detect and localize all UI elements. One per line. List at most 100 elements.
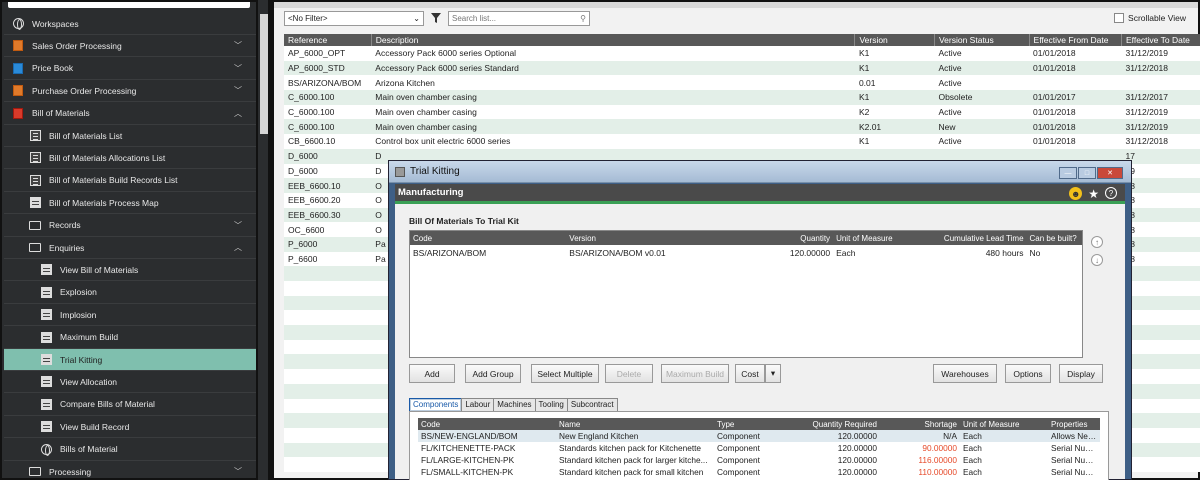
cost-button[interactable]: Cost — [735, 364, 765, 383]
sidebar-search-strip[interactable] — [8, 2, 250, 8]
star-icon[interactable]: ★ — [1088, 187, 1099, 201]
manufacturing-title: Manufacturing — [398, 187, 464, 198]
sidebar-item-compare-bills-of-material[interactable]: Compare Bills of Material — [4, 394, 256, 416]
warehouses-button[interactable]: Warehouses — [933, 364, 997, 383]
move-up-icon[interactable]: ↑ — [1091, 236, 1103, 248]
table-row[interactable]: BS/NEW-ENGLAND/BOM New England Kitchen Com… — [418, 430, 1100, 442]
cost-dropdown-icon[interactable]: ▾ — [765, 364, 781, 383]
help-icon[interactable]: ? — [1105, 187, 1117, 199]
table-cell — [1121, 325, 1200, 340]
display-button[interactable]: Display — [1059, 364, 1103, 383]
select-multiple-button[interactable]: Select Multiple — [531, 364, 599, 383]
filter-select[interactable]: <No Filter> ⌄ — [284, 10, 424, 26]
sidebar-item-purchase-order-processing[interactable]: Purchase Order Processing ﹀ — [4, 80, 256, 103]
table-row[interactable]: BS/ARIZONA/BOM Arizona Kitchen 0.01 Active — [284, 75, 1200, 91]
column-header[interactable]: Reference — [284, 34, 372, 46]
table-row[interactable]: AP_6000_OPT Accessory Pack 6000 series Op… — [284, 46, 1200, 61]
column-header[interactable]: Effective To Date — [1121, 34, 1200, 46]
table-cell: 480 hours — [985, 248, 1024, 258]
sidebar-scrollbar[interactable] — [258, 0, 270, 480]
scrollable-view-checkbox[interactable] — [1114, 13, 1125, 23]
table-cell: 18 — [1121, 207, 1200, 223]
table-row[interactable]: FL/LARGE-KITCHEN-PK Standard kitchen pack… — [418, 454, 1100, 466]
tab-machines[interactable]: Machines — [493, 398, 536, 411]
tab-labour[interactable]: Labour — [461, 398, 495, 411]
table-row[interactable]: FL/KITCHENETTE-PACK Standards kitchen pac… — [418, 442, 1100, 454]
sidebar-item-workspaces[interactable]: Workspaces — [4, 13, 256, 35]
column-header[interactable]: Quantity — [723, 234, 833, 243]
column-header[interactable]: Version — [854, 34, 935, 46]
sidebar-item-view-allocation[interactable]: View Allocation — [4, 371, 256, 394]
column-header[interactable]: Can be built? — [1027, 234, 1082, 243]
chevron-down-icon[interactable]: ﹀ — [234, 466, 242, 477]
move-down-icon[interactable]: ↓ — [1091, 254, 1103, 266]
column-header[interactable]: Type — [714, 420, 794, 429]
maximum-build-button[interactable]: Maximum Build — [661, 364, 729, 383]
close-icon[interactable]: ✕ — [1097, 167, 1123, 179]
search-icon[interactable]: ⚲ — [580, 14, 586, 23]
column-header[interactable]: Code — [410, 234, 566, 243]
table-row[interactable]: C_6000.100 Main oven chamber casing K1 Obso… — [284, 90, 1200, 105]
column-header[interactable]: Quantity Required — [794, 420, 880, 429]
minimize-icon[interactable]: — — [1059, 167, 1077, 179]
column-header[interactable]: Cumulative Lead Time — [907, 234, 1027, 243]
sidebar-item-bill-of-materials-allocations-list[interactable]: Bill of Materials Allocations List — [4, 147, 256, 170]
sidebar-item-processing[interactable]: Processing ﹀ — [4, 461, 256, 478]
list-icon — [29, 174, 41, 186]
table-cell: 18 — [1121, 192, 1200, 208]
sidebar-item-bill-of-materials-process-map[interactable]: Bill of Materials Process Map — [4, 192, 256, 215]
maximize-icon[interactable]: □ — [1078, 167, 1096, 179]
column-header[interactable]: Shortage — [880, 420, 960, 429]
chevron-down-icon[interactable]: ﹀ — [234, 220, 242, 231]
column-header[interactable]: Code — [418, 420, 556, 429]
sidebar-item-view-build-record[interactable]: View Build Record — [4, 416, 256, 439]
chevron-up-icon[interactable]: ︿ — [234, 108, 242, 119]
table-row[interactable]: FL/SMALL-KITCHEN-PK Standard kitchen pack… — [418, 466, 1100, 478]
sidebar-item-bill-of-materials-build-records-list[interactable]: Bill of Materials Build Records List — [4, 170, 256, 192]
sidebar-item-bills-of-material[interactable]: Bills of Material — [4, 439, 256, 461]
sidebar-item-enquiries[interactable]: Enquiries ︿ — [4, 237, 256, 259]
filter-icon[interactable] — [430, 12, 442, 24]
window-icon — [395, 166, 405, 177]
tab-components[interactable]: Components — [409, 398, 463, 411]
chevron-down-icon[interactable]: ﹀ — [234, 63, 242, 74]
table-cell: 90.00000 — [922, 443, 957, 453]
table-row[interactable]: AP_6000_STD Accessory Pack 6000 series St… — [284, 60, 1200, 76]
options-button[interactable]: Options — [1005, 364, 1051, 383]
column-header[interactable]: Version Status — [934, 34, 1030, 46]
sidebar-item-trial-kitting[interactable]: Trial Kitting — [4, 349, 256, 371]
column-header[interactable]: Properties — [1048, 420, 1100, 429]
scrollable-view-toggle[interactable]: Scrollable View — [1114, 13, 1186, 23]
sidebar-scroll-thumb[interactable] — [260, 14, 268, 134]
sidebar-item-price-book[interactable]: Price Book ﹀ — [4, 58, 256, 80]
sidebar-item-maximum-build[interactable]: Maximum Build — [4, 327, 256, 349]
sidebar-item-sales-order-processing[interactable]: Sales Order Processing ﹀ — [4, 35, 256, 58]
dialog-titlebar[interactable]: Trial Kitting — [389, 161, 1131, 183]
chevron-down-icon[interactable]: ﹀ — [234, 40, 242, 51]
column-header[interactable]: Effective From Date — [1029, 34, 1122, 46]
table-row[interactable]: C_6000.100 Main oven chamber casing K2.01 N… — [284, 119, 1200, 135]
smiley-icon[interactable]: ☻ — [1069, 187, 1083, 200]
sidebar-item-bill-of-materials[interactable]: Bill of Materials ︿ — [4, 103, 256, 125]
column-header[interactable]: Unit of Measure — [833, 234, 907, 243]
delete-button[interactable]: Delete — [605, 364, 653, 383]
table-row[interactable]: CB_6600.10 Control box unit electric 6000… — [284, 134, 1200, 149]
sidebar-item-implosion[interactable]: Implosion — [4, 304, 256, 327]
sidebar-item-records[interactable]: Records ﹀ — [4, 215, 256, 237]
chevron-down-icon[interactable]: ﹀ — [234, 85, 242, 96]
sidebar-item-view-bill-of-materials[interactable]: View Bill of Materials — [4, 259, 256, 282]
column-header[interactable]: Version — [566, 234, 722, 243]
column-header[interactable]: Name — [556, 420, 714, 429]
column-header[interactable]: Unit of Measure — [960, 420, 1048, 429]
sidebar-item-bill-of-materials-list[interactable]: Bill of Materials List — [4, 125, 256, 147]
sidebar-item-explosion[interactable]: Explosion — [4, 282, 256, 304]
table-row[interactable]: C_6000.100 Main oven chamber casing K2 Acti… — [284, 104, 1200, 120]
tab-tooling[interactable]: Tooling — [534, 398, 568, 411]
column-header[interactable]: Description — [371, 34, 856, 46]
chevron-up-icon[interactable]: ︿ — [234, 242, 242, 253]
add-group-button[interactable]: Add Group — [465, 364, 521, 383]
add-button[interactable]: Add — [409, 364, 455, 383]
search-input[interactable]: Search list... ⚲ — [448, 10, 590, 26]
tab-subcontract[interactable]: Subcontract — [566, 398, 618, 411]
table-row[interactable]: BS/ARIZONA/BOM BS/ARIZONA/BOM v0.01 120.00… — [410, 245, 1082, 261]
